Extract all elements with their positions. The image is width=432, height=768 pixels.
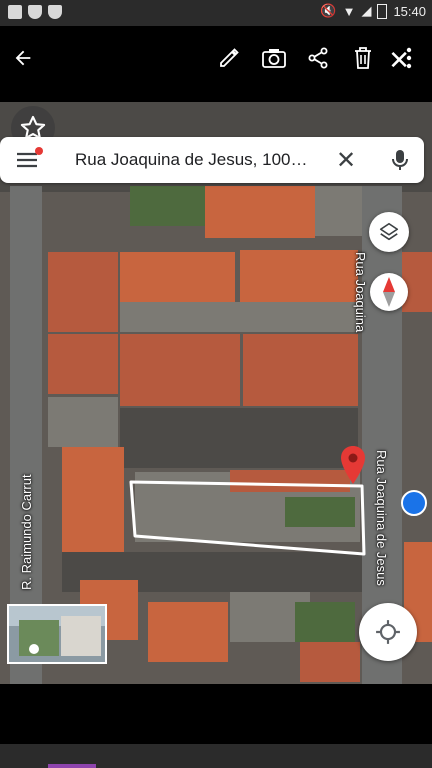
edit-pencil-icon <box>220 48 239 67</box>
shield-notification-icon-2 <box>48 5 62 19</box>
place-marker-icon[interactable] <box>401 490 427 516</box>
camera-button[interactable] <box>258 42 290 74</box>
delete-icon <box>355 47 371 69</box>
gallery-notification-icon <box>8 5 22 19</box>
clear-search-icon[interactable]: ✕ <box>336 146 356 174</box>
satellite-map[interactable]: R. Raimundo Carrut Rua Joaquina Rua Joaq… <box>0 102 432 684</box>
status-bar: 🔇 ▼ ◢ 15:40 <box>0 0 432 26</box>
edit-button[interactable] <box>213 42 245 74</box>
camera-icon <box>262 49 286 68</box>
street-view-thumbnail[interactable] <box>7 604 107 664</box>
notification-dot <box>35 147 43 155</box>
back-arrow-icon <box>15 50 31 66</box>
compass-button[interactable] <box>370 273 408 311</box>
mute-icon: 🔇 <box>320 3 337 18</box>
layers-icon <box>379 222 399 241</box>
location-target-icon <box>376 620 400 644</box>
status-time: 15:40 <box>393 3 426 19</box>
shield-notification-icon <box>28 5 42 19</box>
lot-outline <box>129 480 366 556</box>
location-pin-icon[interactable] <box>340 446 366 484</box>
close-icon[interactable]: ✕ <box>388 46 410 76</box>
back-button[interactable] <box>7 42 39 74</box>
delete-button[interactable] <box>347 42 379 74</box>
street-view-icon <box>29 644 39 654</box>
share-button[interactable] <box>302 42 334 74</box>
battery-icon <box>377 3 388 19</box>
nav-accent-indicator <box>48 764 96 768</box>
microphone-icon[interactable] <box>390 148 410 172</box>
street-label-right-bottom: Rua Joaquina de Jesus <box>374 450 389 586</box>
maps-search-bar[interactable]: Rua Joaquina de Jesus, 100… ✕ <box>0 137 424 183</box>
compass-icon <box>383 277 395 307</box>
search-query[interactable]: Rua Joaquina de Jesus, 100… <box>75 150 308 170</box>
street-label-left: R. Raimundo Carrut <box>19 474 34 590</box>
signal-icon: ◢ <box>361 3 372 18</box>
photo-viewer-toolbar: ✕ <box>0 26 432 102</box>
my-location-button[interactable] <box>359 603 417 661</box>
layers-button[interactable] <box>369 212 409 252</box>
street-label-right-top: Rua Joaquina <box>353 252 368 333</box>
thumbnail-building <box>19 620 59 656</box>
thumbnail-building <box>61 616 101 656</box>
share-icon <box>308 47 328 69</box>
wifi-icon: ▼ <box>342 3 356 19</box>
